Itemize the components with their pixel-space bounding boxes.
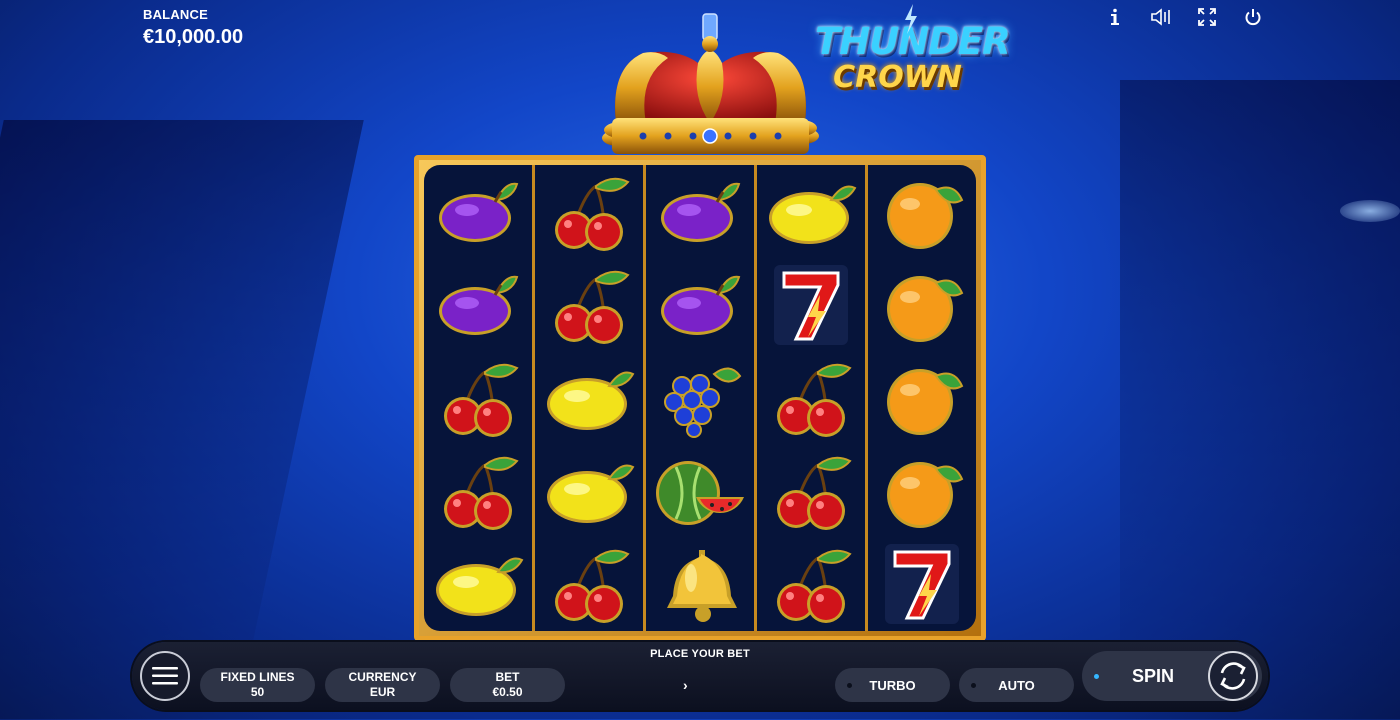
cherry-symbol-icon	[757, 351, 865, 444]
bet-label: BET	[495, 670, 520, 684]
balance-label: BALANCE	[143, 7, 208, 22]
watermelon-symbol-icon	[646, 445, 754, 538]
cherry-symbol-icon	[535, 258, 643, 351]
cherry-symbol-icon	[424, 351, 532, 444]
cherry-symbol-icon	[757, 445, 865, 538]
plum-symbol-icon	[424, 258, 532, 351]
cherry-symbol-icon	[424, 445, 532, 538]
turbo-button[interactable]: TURBO	[835, 668, 950, 702]
turbo-indicator	[847, 683, 852, 688]
background-shadow-right	[1120, 80, 1400, 720]
reel-2	[535, 165, 646, 631]
crown-image	[598, 8, 823, 163]
reels-grid	[424, 165, 976, 631]
hamburger-icon	[152, 667, 178, 685]
fixed-lines-display[interactable]: FIXED LINES 50	[200, 668, 315, 702]
reel-3	[646, 165, 757, 631]
bet-value: €0.50	[492, 685, 523, 699]
currency-value: EUR	[369, 685, 396, 699]
logo-title-line2: CROWN	[833, 60, 962, 95]
sound-icon[interactable]	[1146, 6, 1176, 28]
bell-symbol-icon	[646, 538, 754, 631]
grapes-symbol-icon	[646, 351, 754, 444]
balance-value: €10,000.00	[143, 26, 244, 48]
background-glint	[1340, 200, 1400, 222]
fixed-lines-label: FIXED LINES	[220, 670, 295, 684]
spin-indicator	[1094, 674, 1099, 679]
currency-selector[interactable]: CURRENCY EUR	[325, 668, 440, 702]
power-icon[interactable]	[1238, 6, 1268, 28]
turbo-label: TURBO	[869, 677, 916, 693]
lemon-symbol-icon	[535, 351, 643, 444]
top-toolbar	[1100, 6, 1268, 28]
balance-panel: BALANCE €10,000.00	[143, 7, 243, 49]
auto-indicator	[971, 683, 976, 688]
orange-symbol-icon	[868, 351, 976, 444]
fixed-lines-value: 50	[250, 685, 265, 699]
bet-selector[interactable]: BET €0.50	[450, 668, 565, 702]
plum-symbol-icon	[646, 258, 754, 351]
cherry-symbol-icon	[535, 538, 643, 631]
auto-button[interactable]: AUTO	[959, 668, 1074, 702]
spin-circle-button[interactable]	[1208, 651, 1258, 701]
cherry-symbol-icon	[535, 165, 643, 258]
lemon-symbol-icon	[424, 538, 532, 631]
background-shadow-left	[0, 120, 364, 720]
info-icon[interactable]	[1100, 6, 1130, 28]
orange-symbol-icon	[868, 165, 976, 258]
game-logo: THUNDER CROWN	[815, 4, 1011, 100]
reel-frame	[414, 155, 986, 641]
plum-symbol-icon	[646, 165, 754, 258]
reel-5	[868, 165, 976, 631]
orange-symbol-icon	[868, 445, 976, 538]
reel-1	[424, 165, 535, 631]
reel-4	[757, 165, 868, 631]
menu-button[interactable]	[140, 651, 190, 701]
spin-refresh-icon	[1220, 662, 1246, 690]
lemon-symbol-icon	[757, 165, 865, 258]
orange-symbol-icon	[868, 258, 976, 351]
plum-symbol-icon	[424, 165, 532, 258]
seven-symbol-icon	[868, 538, 976, 631]
reel-area	[424, 165, 976, 631]
lemon-symbol-icon	[535, 445, 643, 538]
bottom-control-bar: PLACE YOUR BET FIXED LINES 50 CURRENCY E…	[132, 642, 1268, 710]
auto-label: AUTO	[998, 677, 1035, 693]
spin-label: SPIN	[1132, 666, 1175, 686]
bet-increase-chevron-icon[interactable]: ›	[683, 677, 688, 693]
fullscreen-icon[interactable]	[1192, 6, 1222, 28]
seven-symbol-icon	[757, 258, 865, 351]
currency-label: CURRENCY	[348, 670, 417, 684]
cherry-symbol-icon	[757, 538, 865, 631]
